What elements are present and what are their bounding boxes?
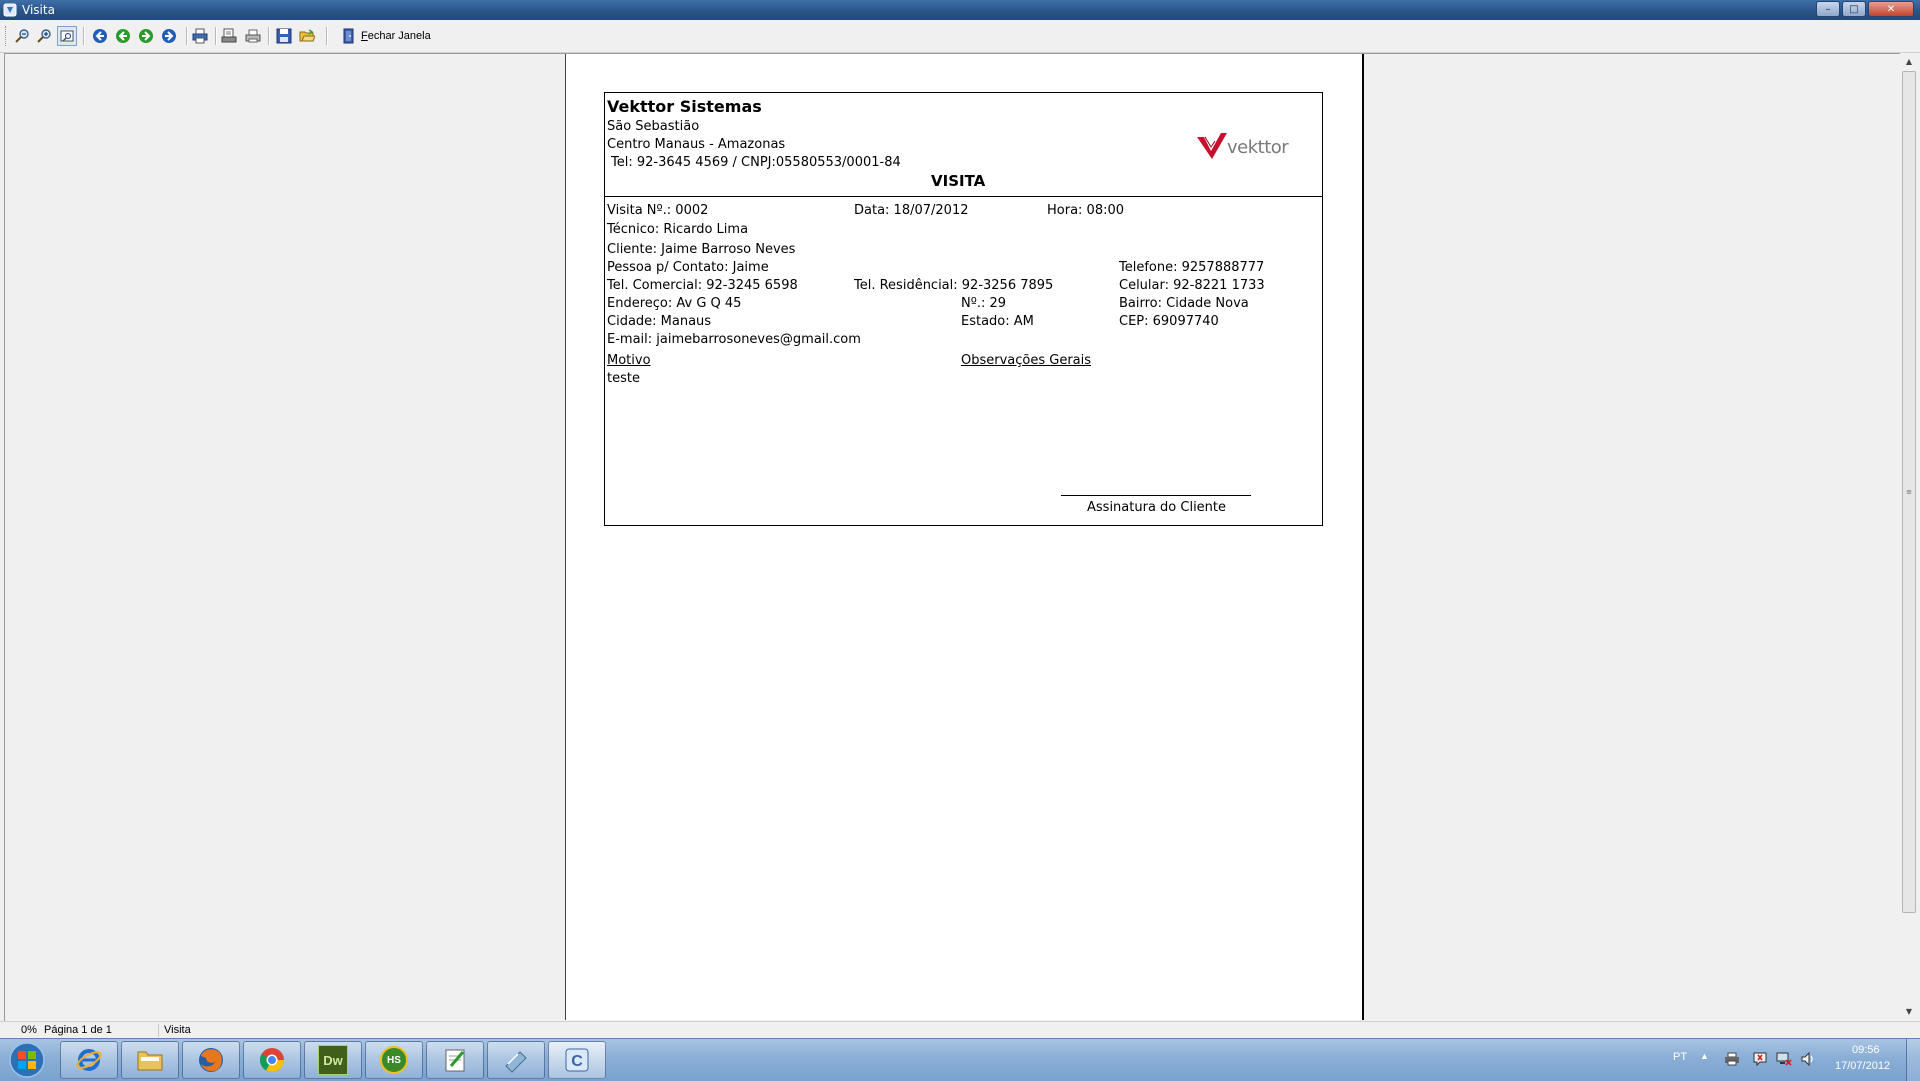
taskbar-dreamweaver[interactable]: Dw (304, 1041, 362, 1079)
printer-tray-icon[interactable] (1724, 1052, 1740, 1066)
volume-icon[interactable] (1800, 1051, 1816, 1067)
previous-page-icon[interactable] (113, 26, 133, 46)
neighborhood: Bairro: Cidade Nova (1119, 296, 1249, 311)
dreamweaver-icon: Dw (318, 1045, 348, 1075)
visit-date: Data: 18/07/2012 (854, 203, 969, 218)
scrollbar-thumb[interactable]: ≡ (1902, 71, 1916, 913)
windows-logo-icon (9, 1042, 45, 1078)
taskbar-delphi-app[interactable]: C (548, 1041, 606, 1079)
close-window-button[interactable]: Fechar Janela (341, 26, 431, 46)
toolbar: Fechar Janela (0, 20, 1920, 53)
vertical-scrollbar[interactable]: ▲ ≡ ▼ (1900, 53, 1918, 1021)
address-number: Nº.: 29 (961, 296, 1007, 311)
scroll-up-icon[interactable]: ▲ (1900, 53, 1918, 69)
delphi-app-icon: C (565, 1048, 589, 1072)
visit-time: Hora: 08:00 (1047, 203, 1125, 218)
app-icon (3, 3, 17, 17)
address-line3: Tel: 92-3645 4569 / CNPJ:05580553/0001-8… (611, 155, 901, 170)
notepad-app-icon (445, 1049, 465, 1072)
mobile-phone: Celular: 92-8221 1733 (1119, 278, 1265, 293)
phone: Telefone: 9257888777 (1119, 260, 1265, 275)
language-indicator[interactable]: PT (1673, 1051, 1687, 1063)
last-page-icon[interactable] (159, 26, 179, 46)
taskbar-internet-explorer[interactable] (60, 1041, 118, 1079)
next-page-icon[interactable] (136, 26, 156, 46)
client-name: Cliente: Jaime Barroso Neves (607, 242, 796, 257)
visit-number: Visita Nº.: 0002 (607, 203, 709, 218)
first-page-icon[interactable] (90, 26, 110, 46)
signature-label: Assinatura do Cliente (1087, 500, 1227, 515)
status-title: Visita (164, 1024, 191, 1036)
company-logo: vekttor (1195, 129, 1291, 163)
taskbar: Dw HS C PT ▲ 09:56 17/07/2012 (0, 1038, 1920, 1081)
street-address: Endereço: Av G Q 45 (607, 296, 742, 311)
state: Estado: AM (961, 314, 1034, 329)
zoom-fit-icon[interactable] (57, 26, 77, 46)
address-line2: Centro Manaus - Amazonas (607, 137, 786, 152)
taskbar-firefox[interactable] (182, 1041, 240, 1079)
svg-text:C: C (571, 1053, 583, 1070)
reason-value: teste (607, 371, 640, 386)
taskbar-notepad-app[interactable] (426, 1041, 484, 1079)
print-setup-icon[interactable] (219, 26, 239, 46)
clock-time[interactable]: 09:56 (1852, 1044, 1880, 1056)
zoom-in-icon[interactable] (34, 26, 54, 46)
residential-phone: Tel. Residêncial: 92-3256 7895 (854, 278, 1054, 293)
close-button[interactable]: ✕ (1868, 1, 1914, 17)
logo-text: vekttor (1227, 137, 1289, 158)
contact-person: Pessoa p/ Contato: Jaime (607, 260, 769, 275)
clock-date[interactable]: 17/07/2012 (1835, 1060, 1890, 1072)
show-hidden-icons-icon[interactable]: ▲ (1700, 1051, 1709, 1061)
signature-line (1061, 495, 1251, 496)
title-bar: Visita – □ ✕ (0, 0, 1920, 20)
taskbar-file-explorer[interactable] (121, 1041, 179, 1079)
scroll-down-icon[interactable]: ▼ (1900, 1003, 1918, 1019)
maximize-button[interactable]: □ (1842, 1, 1866, 17)
close-window-mnemonic: F (361, 30, 368, 42)
print-icon[interactable] (190, 26, 210, 46)
zip-code: CEP: 69097740 (1119, 314, 1219, 329)
database-app-icon (505, 1051, 527, 1073)
city: Cidade: Manaus (607, 314, 712, 329)
open-folder-icon[interactable] (297, 26, 317, 46)
save-icon[interactable] (274, 26, 294, 46)
taskbar-chrome[interactable] (243, 1041, 301, 1079)
visit-report: Vekttor Sistemas São Sebastião Centro Ma… (604, 92, 1323, 526)
door-exit-icon (343, 28, 354, 44)
action-center-icon[interactable] (1752, 1051, 1768, 1067)
email: E-mail: jaimebarrosoneves@gmail.com (607, 332, 861, 347)
firefox-icon (199, 1048, 223, 1072)
taskbar-database-app[interactable] (487, 1041, 545, 1079)
toolbar-grip[interactable] (5, 26, 9, 46)
header-divider (605, 196, 1322, 197)
window-title: Visita (22, 3, 55, 17)
file-explorer-icon (137, 1051, 163, 1071)
minimize-button[interactable]: – (1816, 1, 1840, 17)
show-desktop-button[interactable] (1906, 1039, 1920, 1081)
company-name: Vekttor Sistemas (607, 97, 762, 116)
heidisql-icon: HS (380, 1046, 408, 1074)
printer-icon[interactable] (243, 26, 263, 46)
commercial-phone: Tel. Comercial: 92-3245 6598 (607, 278, 798, 293)
close-window-label: echar Janela (367, 30, 431, 42)
zoom-out-icon[interactable] (12, 26, 32, 46)
zoom-percent: 0% (21, 1024, 37, 1036)
chrome-icon (259, 1048, 284, 1073)
taskbar-heidisql[interactable]: HS (365, 1041, 423, 1079)
internet-explorer-icon (76, 1049, 102, 1071)
start-button[interactable] (2, 1040, 52, 1080)
network-icon[interactable] (1776, 1051, 1792, 1067)
document-title: VISITA (931, 172, 986, 190)
notes-label: Observações Gerais (961, 353, 1092, 368)
technician: Técnico: Ricardo Lima (607, 222, 749, 237)
address-line1: São Sebastião (607, 119, 700, 134)
status-bar: 0% Página 1 de 1 Visita (0, 1021, 1920, 1039)
reason-label: Motivo (607, 353, 651, 368)
page-indicator: Página 1 de 1 (44, 1024, 112, 1036)
